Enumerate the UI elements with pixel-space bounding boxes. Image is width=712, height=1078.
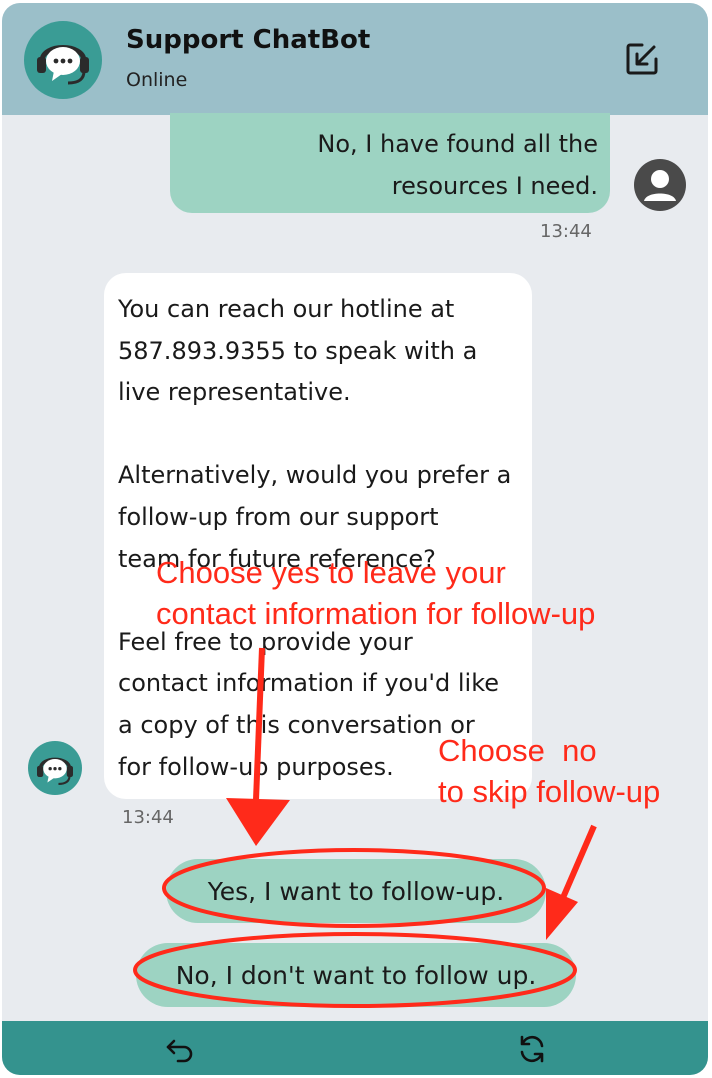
refresh-button[interactable] <box>514 1031 550 1067</box>
message-line: live representative. <box>118 378 351 407</box>
message-timestamp: 13:44 <box>122 807 174 828</box>
message-line: Alternatively, would you prefer a <box>118 461 512 490</box>
message-timestamp: 13:44 <box>540 221 592 242</box>
follow-up-yes-button[interactable]: Yes, I want to follow-up. <box>166 859 546 923</box>
message-line: contact information if you'd like <box>118 669 500 698</box>
message-line: 587.893.9355 to speak with a <box>118 336 478 365</box>
message-line: follow-up from our support <box>118 502 439 531</box>
refresh-icon <box>520 1035 544 1063</box>
annotation-line: Choose no <box>438 733 597 768</box>
annotation-line: contact information for follow-up <box>156 596 596 631</box>
chat-header: Support ChatBot Online <box>2 3 708 115</box>
status-text: Online <box>126 69 188 91</box>
user-icon <box>634 159 686 211</box>
message-line: You can reach our hotline at <box>118 295 455 323</box>
annotation-line: to skip follow-up <box>438 774 661 809</box>
back-button[interactable] <box>162 1031 198 1067</box>
chat-window: Support ChatBot Online No, I have found … <box>2 3 708 1075</box>
chat-title: Support ChatBot <box>126 25 371 55</box>
chatbot-headset-icon <box>24 21 102 99</box>
follow-up-no-button[interactable]: No, I don't want to follow up. <box>136 943 576 1007</box>
annotation-yes-text: Choose yes to leave your contact informa… <box>156 552 595 634</box>
user-message: No, I have found all the resources I nee… <box>170 113 610 213</box>
annotation-no-text: Choose no to skip follow-up <box>438 730 660 812</box>
bot-message: You can reach our hotline at 587.893.935… <box>104 273 532 799</box>
annotation-line: Choose yes to leave your <box>156 555 506 590</box>
undo-arrow-icon <box>166 1039 193 1063</box>
message-line: resources I need. <box>391 172 598 200</box>
chatbot-headset-icon <box>28 741 82 795</box>
chat-footer <box>2 1021 708 1075</box>
minimize-arrow-icon <box>626 43 658 75</box>
minimize-button[interactable] <box>622 39 662 79</box>
message-line: No, I have found all the <box>317 130 598 158</box>
